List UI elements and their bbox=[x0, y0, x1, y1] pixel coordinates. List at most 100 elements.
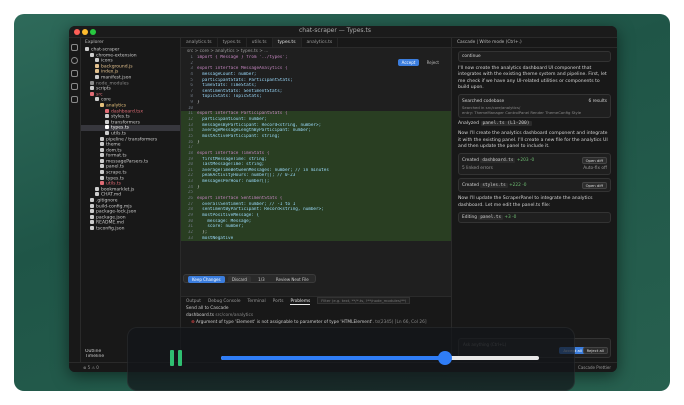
file-icon bbox=[105, 119, 109, 124]
close-window-button[interactable] bbox=[74, 29, 80, 35]
tree-item-label: analytics bbox=[106, 103, 127, 109]
created-label-1: Created bbox=[462, 157, 480, 163]
file-icon bbox=[100, 181, 104, 186]
panel-tab[interactable]: Terminal bbox=[248, 299, 266, 304]
code-text: participantCount: number; bbox=[197, 117, 267, 123]
review-next-file-button[interactable]: Review Next File bbox=[272, 276, 313, 283]
editor-tab[interactable]: analytics.ts bbox=[181, 38, 218, 47]
cascade-chat-panel: Cascade | Write mode (Ctrl+.) continue I… bbox=[451, 38, 617, 362]
file-icon bbox=[95, 58, 99, 63]
file-icon bbox=[95, 69, 99, 74]
code-text: }; bbox=[197, 229, 208, 235]
editor-tab[interactable]: types.ts bbox=[272, 38, 302, 47]
panel-tab[interactable]: Output bbox=[186, 299, 201, 304]
code-text: timeStats: TimeStats; bbox=[197, 83, 257, 89]
run-debug-icon[interactable] bbox=[71, 83, 78, 90]
code-text: lastMessageTime: string; bbox=[197, 162, 265, 168]
activity-bar bbox=[69, 38, 81, 362]
search-icon[interactable] bbox=[71, 57, 78, 64]
open-diff-button-1[interactable]: Open diff bbox=[581, 156, 607, 164]
tree-item-label: styles.ts bbox=[111, 114, 130, 120]
editor-tab[interactable]: types.ts bbox=[218, 38, 247, 47]
tree-item[interactable]: tsconfig.json bbox=[81, 226, 180, 232]
created-dashboard-card: Created dashboard.ts +203 -0 Open diff 5… bbox=[458, 153, 611, 176]
search-detail: Searched in src/core/analytics/ entry: T… bbox=[462, 105, 582, 116]
code-text: messageCount: number; bbox=[197, 71, 257, 77]
code-text: overallSentiment: number; // -1 to 1 bbox=[197, 201, 296, 207]
problems-filter-input[interactable]: Filter (e.g. text, **/*.ts, !**/node_mod… bbox=[317, 297, 411, 304]
seek-track[interactable] bbox=[221, 351, 539, 365]
explorer-icon[interactable] bbox=[71, 44, 78, 51]
line-number: 33 bbox=[187, 235, 193, 241]
panel-tab[interactable]: Ports bbox=[273, 299, 284, 304]
maximize-window-button[interactable] bbox=[90, 29, 96, 35]
analyzed-file[interactable]: panel.ts (L1-200) bbox=[480, 121, 532, 127]
analyzed-label: Analyzed bbox=[458, 121, 480, 127]
auto-fix-toggle[interactable]: Auto-fix off bbox=[583, 166, 607, 171]
search-count: 6 results bbox=[588, 98, 608, 104]
code-text: } bbox=[197, 184, 200, 190]
analyzed-row: Analyzed panel.ts (L1-200) bbox=[452, 121, 617, 127]
code-text: export interface TimeStats { bbox=[197, 150, 270, 156]
code-line: 33 mostNegative bbox=[181, 235, 451, 242]
ide-window: chat-scraper — Types.ts Explorer chat-sc… bbox=[69, 26, 617, 372]
explorer-sidebar: Explorer chat-scraper chrome-extension ico… bbox=[81, 38, 181, 362]
problem-file[interactable]: dashboard.ts bbox=[186, 313, 214, 318]
created-file-1[interactable]: dashboard.ts bbox=[480, 157, 516, 163]
editor-tabs: analytics.ts types.ts utils.ts types.ts anal… bbox=[181, 38, 451, 48]
editing-card: Editing panel.ts +3 -0 bbox=[458, 211, 611, 223]
linked-errors[interactable]: 5 linked errors bbox=[462, 166, 493, 171]
tree-item-label: theme bbox=[106, 142, 121, 148]
file-icon bbox=[85, 47, 89, 51]
panel-tab[interactable]: Problems bbox=[290, 299, 311, 305]
code-text: mostNegative bbox=[197, 235, 234, 241]
chat-header: Cascade | Write mode (Ctrl+.) bbox=[452, 38, 617, 48]
created-label-2: Created bbox=[462, 182, 480, 188]
open-diff-button-2[interactable]: Open diff bbox=[581, 181, 607, 189]
continue-message: continue bbox=[458, 51, 611, 62]
file-icon bbox=[90, 220, 94, 225]
status-problems[interactable]: ⊗ 5 ⚠ 0 bbox=[83, 365, 99, 370]
code-text: messagesPerHour: number[]; bbox=[197, 179, 270, 185]
code-text: export interface SentimentStats { bbox=[197, 196, 283, 202]
keep-changes-button[interactable]: Keep Changes bbox=[188, 276, 225, 283]
pause-button[interactable] bbox=[170, 350, 184, 366]
file-icon bbox=[90, 203, 94, 208]
created-styles-card: Created styles.ts +222 -0 Open diff bbox=[458, 178, 611, 193]
created-file-2[interactable]: styles.ts bbox=[480, 182, 508, 188]
assistant-paragraph-3: Now I'll update the ScraperPanel to inte… bbox=[458, 196, 593, 208]
editing-file[interactable]: panel.ts bbox=[478, 214, 504, 220]
file-icon bbox=[95, 63, 99, 68]
source-control-icon[interactable] bbox=[71, 70, 78, 77]
send-all-to-cascade-button[interactable]: Send all to Cascade bbox=[186, 306, 229, 311]
extensions-icon[interactable] bbox=[71, 96, 78, 103]
reject-all-button[interactable]: Reject all bbox=[582, 347, 608, 354]
editor-tab[interactable]: utils.ts bbox=[247, 38, 273, 47]
problem-location: ts(2345) [Ln 66, Col 26] bbox=[375, 320, 427, 325]
code-view[interactable]: 1 import { Message } from '../types'; 2 3 ex… bbox=[181, 55, 451, 296]
file-icon bbox=[90, 52, 94, 57]
tree-item-label: package-lock.json bbox=[96, 209, 137, 215]
tree-item-label: manifest.json bbox=[101, 75, 132, 81]
panel-tab[interactable]: Debug Console bbox=[208, 299, 241, 304]
pause-bar-right bbox=[178, 350, 182, 366]
file-icon bbox=[100, 153, 104, 158]
created-stats-1: +203 -0 bbox=[516, 157, 535, 163]
code-text: mostActiveParticipant: string; bbox=[197, 133, 280, 139]
editor-tab[interactable]: analytics.ts bbox=[302, 38, 339, 47]
minimize-window-button[interactable] bbox=[82, 29, 88, 35]
file-icon bbox=[100, 170, 104, 175]
tree-item-label: scrape.ts bbox=[106, 170, 127, 176]
file-icon bbox=[95, 74, 99, 79]
file-icon bbox=[100, 147, 104, 152]
code-text: score: number; bbox=[197, 224, 244, 230]
problem-message[interactable]: Argument of type 'Element' is not assign… bbox=[196, 320, 374, 325]
pause-bar-left bbox=[170, 350, 174, 366]
searched-codebase-card[interactable]: Searched codebase 6 results Searched in s… bbox=[458, 94, 611, 119]
change-counter: 1/3 bbox=[258, 277, 265, 282]
discard-button[interactable]: Discard bbox=[227, 276, 251, 283]
editor-area: analytics.ts types.ts utils.ts types.ts anal… bbox=[181, 38, 451, 296]
status-right[interactable]: Cascade Prettier bbox=[578, 363, 611, 372]
code-text: sentimentStats: SentimentStats; bbox=[197, 88, 283, 94]
seek-handle[interactable] bbox=[438, 351, 453, 365]
